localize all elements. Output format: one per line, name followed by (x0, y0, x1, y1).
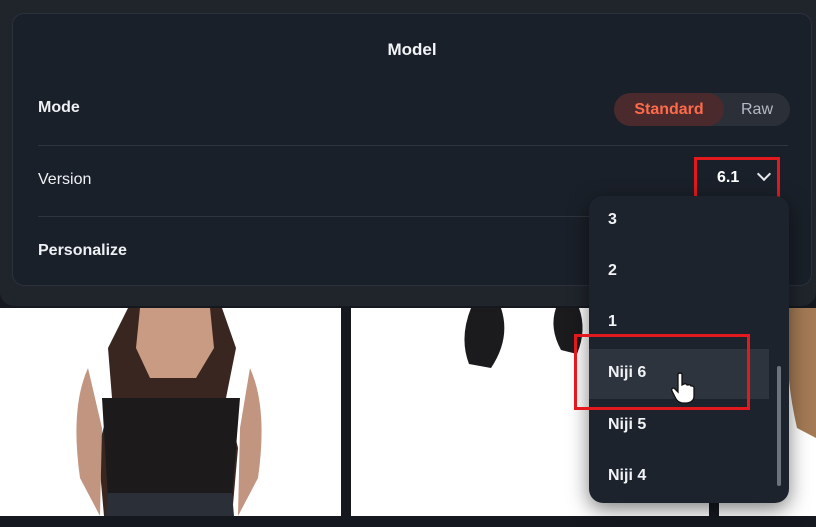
gallery-image[interactable] (0, 308, 341, 516)
mode-standard-button[interactable]: Standard (614, 93, 724, 126)
version-value: 6.1 (717, 169, 740, 186)
mode-raw-button[interactable]: Raw (724, 93, 790, 126)
mode-toggle: Standard Raw (614, 93, 790, 126)
option-label: 2 (608, 262, 617, 279)
dropdown-scrollbar[interactable] (777, 366, 781, 486)
version-option-niji-4[interactable]: Niji 4 (589, 452, 769, 502)
panel-title: Model (387, 40, 437, 59)
hand-pointer-icon (671, 372, 695, 404)
option-label: Niji 4 (608, 467, 647, 484)
highlight-box (574, 334, 750, 410)
mode-label: Mode (38, 99, 80, 116)
version-option-3[interactable]: 3 (589, 196, 769, 246)
option-label: Niji 5 (608, 416, 647, 433)
personalize-label: Personalize (38, 242, 127, 259)
option-label: 3 (608, 211, 617, 228)
chevron-down-icon (756, 166, 772, 182)
divider (38, 145, 788, 146)
option-label: 1 (608, 313, 617, 330)
version-option-2[interactable]: 2 (589, 247, 769, 297)
version-select[interactable]: 6.1 (694, 157, 780, 199)
version-label: Version (38, 171, 92, 188)
